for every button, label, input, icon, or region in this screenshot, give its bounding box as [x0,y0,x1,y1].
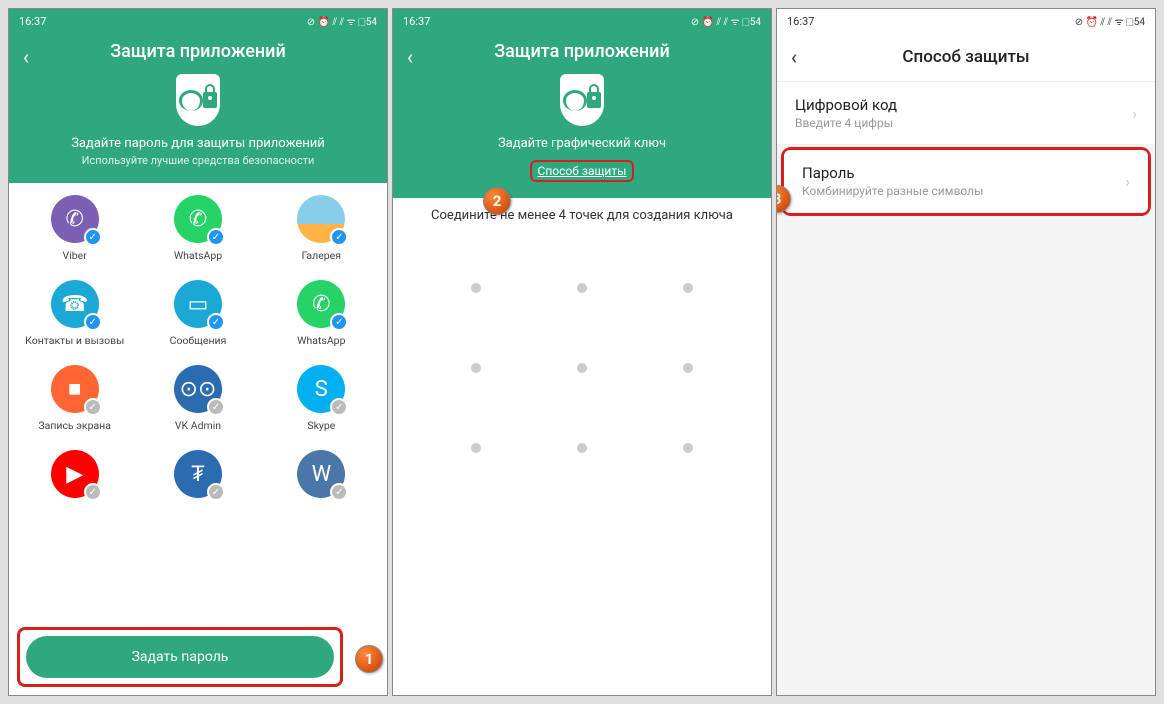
app-label: VK Admin [136,419,259,432]
header: ‹ Способ защиты [777,33,1155,82]
app-item[interactable]: ✓ Галерея [260,195,383,262]
back-icon[interactable]: ‹ [407,45,413,69]
shield-icon [560,74,604,126]
app-item[interactable]: ✆✓ Viber [13,195,136,262]
app-label: WhatsApp [136,249,259,262]
app-label: Skype [260,419,383,432]
status-bar: 16:37 ⊘ ⏰ ⫽ ⫽ ᯤ ⬚54 [777,9,1155,33]
status-time: 16:37 [19,15,46,28]
pattern-dot[interactable] [577,363,587,373]
status-bar: 16:37 ⊘ ⏰ ⫽ ⫽ ᯤ ⬚54 [9,9,387,33]
app-icon: ✆✓ [51,195,99,243]
app-icon: ✆✓ [297,280,345,328]
status-time: 16:37 [403,15,430,28]
pattern-grid[interactable] [393,233,771,503]
page-title: Защита приложений [393,41,771,62]
app-item[interactable]: ⊙⊙✓ VK Admin [136,365,259,432]
app-icon: ▭✓ [174,280,222,328]
app-item[interactable]: ☎✓ Контакты и вызовы [13,280,136,347]
app-item[interactable]: ✆✓ WhatsApp [136,195,259,262]
chevron-right-icon: › [1125,172,1130,191]
app-icon: ▶✓ [51,450,99,498]
screen-protection-method: 16:37 ⊘ ⏰ ⫽ ⫽ ᯤ ⬚54 ‹ Способ защиты Цифр… [776,8,1156,696]
shield-icon [176,74,220,126]
protection-method-link[interactable]: Способ защиты [530,160,635,182]
check-icon: ✓ [84,228,102,246]
back-icon[interactable]: ‹ [791,45,797,69]
pattern-dot[interactable] [683,283,693,293]
app-item[interactable]: W✓ [260,450,383,504]
app-icon: ✓ [297,195,345,243]
option-title: Пароль [802,164,983,182]
app-item[interactable]: ■✓ Запись экрана [13,365,136,432]
option-subtitle: Комбинируйте разные символы [802,184,983,198]
pattern-dot[interactable] [471,443,481,453]
set-password-button[interactable]: Задать пароль [26,636,334,678]
highlight-set-password: Задать пароль [17,627,343,687]
status-icons: ⊘ ⏰ ⫽ ⫽ ᯤ ⬚54 [691,14,761,28]
check-icon: ✓ [330,313,348,331]
apps-grid: ✆✓ Viber ✆✓ WhatsApp ✓ Галерея ☎✓ Контакты и вы… [9,183,387,516]
app-label: WhatsApp [260,334,383,347]
page-title: Защита приложений [9,41,387,62]
screen-app-protection: 16:37 ⊘ ⏰ ⫽ ⫽ ᯤ ⬚54 ‹ Защита приложений … [8,8,388,696]
status-icons: ⊘ ⏰ ⫽ ⫽ ᯤ ⬚54 [307,14,377,28]
pattern-dot[interactable] [471,283,481,293]
app-item[interactable]: ✆✓ WhatsApp [260,280,383,347]
chevron-right-icon: › [1132,104,1137,123]
app-label: Галерея [260,249,383,262]
pattern-dot[interactable] [683,443,693,453]
check-icon: ✓ [84,483,102,501]
options-list: Цифровой код Введите 4 цифры › Пароль Ко… [777,82,1155,696]
callout-badge-2: 2 [483,187,511,215]
check-icon: ✓ [207,398,225,416]
app-item[interactable]: S✓ Skype [260,365,383,432]
pattern-dot[interactable] [577,283,587,293]
check-icon: ✓ [207,228,225,246]
hint: Используйте лучшие средства безопасности [9,154,387,167]
subtitle: Задайте графический ключ [393,136,771,151]
check-icon: ✓ [330,483,348,501]
status-time: 16:37 [787,15,814,28]
check-icon: ✓ [207,483,225,501]
app-item[interactable]: ₮✓ [136,450,259,504]
check-icon: ✓ [330,398,348,416]
option-subtitle: Введите 4 цифры [795,116,897,130]
back-icon[interactable]: ‹ [23,45,29,69]
header: ‹ Защита приложений Задайте графический … [393,33,771,198]
app-label: Сообщения [136,334,259,347]
screen-pattern: 16:37 ⊘ ⏰ ⫽ ⫽ ᯤ ⬚54 ‹ Защита приложений … [392,8,772,696]
pattern-dot[interactable] [577,443,587,453]
status-icons: ⊘ ⏰ ⫽ ⫽ ᯤ ⬚54 [1075,14,1145,28]
app-icon: S✓ [297,365,345,413]
app-icon: ✆✓ [174,195,222,243]
pattern-dot[interactable] [471,363,481,373]
check-icon: ✓ [207,313,225,331]
highlight-password-option: Пароль Комбинируйте разные символы › [781,147,1151,216]
app-label: Контакты и вызовы [13,334,136,347]
app-icon: ₮✓ [174,450,222,498]
header: ‹ Защита приложений Задайте пароль для з… [9,33,387,183]
app-label: Viber [13,249,136,262]
option-numeric-code[interactable]: Цифровой код Введите 4 цифры › [777,82,1155,145]
app-icon: ☎✓ [51,280,99,328]
callout-badge-1: 1 [355,645,383,673]
check-icon: ✓ [84,398,102,416]
option-password[interactable]: Пароль Комбинируйте разные символы › [784,150,1148,213]
app-icon: ⊙⊙✓ [174,365,222,413]
option-title: Цифровой код [795,96,897,114]
subtitle: Задайте пароль для защиты приложений [9,136,387,151]
app-item[interactable]: ▭✓ Сообщения [136,280,259,347]
app-item[interactable]: ▶✓ [13,450,136,504]
pattern-dot[interactable] [683,363,693,373]
pattern-instruction: Соедините не менее 4 точек для создания … [393,198,771,233]
check-icon: ✓ [84,313,102,331]
status-bar: 16:37 ⊘ ⏰ ⫽ ⫽ ᯤ ⬚54 [393,9,771,33]
page-title: Способ защиты [777,47,1155,67]
app-icon: ■✓ [51,365,99,413]
app-icon: W✓ [297,450,345,498]
check-icon: ✓ [330,228,348,246]
app-label: Запись экрана [13,419,136,432]
